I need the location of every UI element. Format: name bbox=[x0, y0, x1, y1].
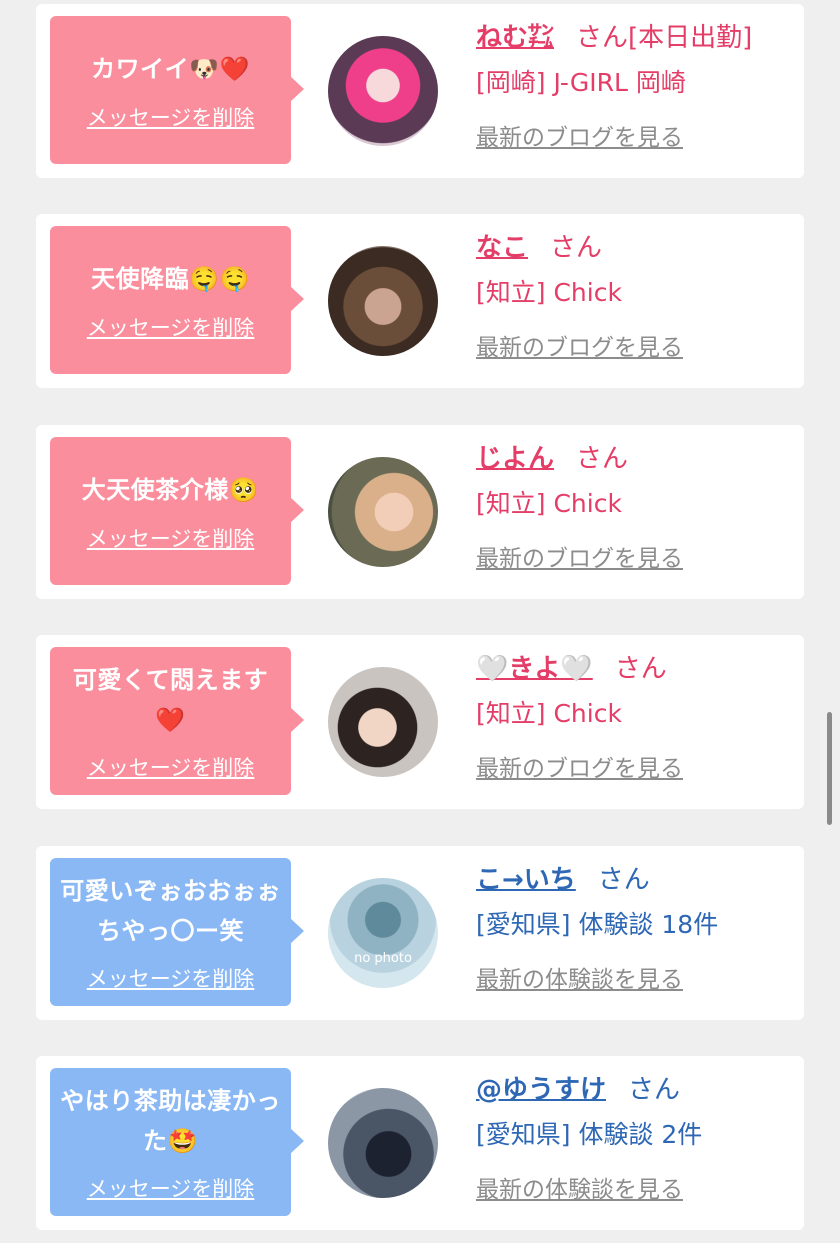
profile-name-link[interactable]: 🤍きよ🤍 bbox=[476, 654, 603, 684]
delete-message-link[interactable]: メッセージを削除 bbox=[87, 752, 255, 782]
profile-info: じよん さん [知立] Chick 最新のブログを見る bbox=[476, 437, 796, 573]
message-text: 可愛くて悶えます❤️ bbox=[72, 666, 269, 734]
avatar[interactable] bbox=[328, 1088, 438, 1198]
avatar[interactable] bbox=[328, 457, 438, 567]
profile-name-link[interactable]: ねむ㌠ bbox=[476, 23, 564, 53]
message-bubble: 可愛いぞぉおおぉぉちやっ〇ー笑 メッセージを削除 bbox=[50, 858, 304, 1006]
message-list-page: カワイイ🐶❤️ メッセージを削除 ねむ㌠ さん[本日出勤] [岡崎] J-GIRL… bbox=[0, 0, 840, 1243]
message-text: 可愛いぞぉおおぉぉちやっ〇ー笑 bbox=[60, 877, 281, 945]
latest-post-link[interactable]: 最新のブログを見る bbox=[476, 118, 796, 152]
avatar[interactable] bbox=[328, 667, 438, 777]
name-suffix: さん[本日出勤] bbox=[576, 23, 753, 53]
message-card: 大天使茶介様🥺 メッセージを削除 じよん さん [知立] Chick 最新のブログ… bbox=[36, 425, 804, 599]
avatar[interactable]: no photo bbox=[328, 878, 438, 988]
message-text: カワイイ🐶❤️ bbox=[91, 54, 250, 83]
profile-location: [知立] Chick bbox=[476, 699, 622, 728]
message-card: 可愛くて悶えます❤️ メッセージを削除 🤍きよ🤍 さん [知立] Chick 最新… bbox=[36, 635, 804, 809]
message-bubble: 天使降臨🤤🤤 メッセージを削除 bbox=[50, 226, 304, 374]
message-text: 天使降臨🤤🤤 bbox=[91, 264, 250, 293]
name-suffix: さん bbox=[576, 444, 629, 474]
message-text: 大天使茶介様🥺 bbox=[81, 475, 260, 504]
message-card: 天使降臨🤤🤤 メッセージを削除 なこ さん [知立] Chick 最新のブログを見… bbox=[36, 214, 804, 388]
no-photo-label: no photo bbox=[354, 951, 412, 966]
delete-message-link[interactable]: メッセージを削除 bbox=[87, 312, 255, 342]
message-bubble: やはり茶助は凄かった🤩 メッセージを削除 bbox=[50, 1068, 304, 1216]
message-bubble: 大天使茶介様🥺 メッセージを削除 bbox=[50, 437, 304, 585]
avatar[interactable] bbox=[328, 36, 438, 146]
latest-post-link[interactable]: 最新のブログを見る bbox=[476, 539, 796, 573]
message-bubble: 可愛くて悶えます❤️ メッセージを削除 bbox=[50, 647, 304, 795]
latest-post-link[interactable]: 最新のブログを見る bbox=[476, 328, 796, 362]
profile-location: [岡崎] J-GIRL 岡崎 bbox=[476, 68, 686, 97]
delete-message-link[interactable]: メッセージを削除 bbox=[87, 963, 255, 993]
profile-info: こ→いち さん [愛知県] 体験談 18件 最新の体験談を見る bbox=[476, 858, 796, 994]
avatar[interactable] bbox=[328, 246, 438, 356]
latest-post-link[interactable]: 最新の体験談を見る bbox=[476, 1170, 796, 1204]
message-text: やはり茶助は凄かった🤩 bbox=[60, 1087, 281, 1155]
latest-post-link[interactable]: 最新のブログを見る bbox=[476, 749, 796, 783]
name-suffix: さん bbox=[614, 654, 667, 684]
message-card: カワイイ🐶❤️ メッセージを削除 ねむ㌠ さん[本日出勤] [岡崎] J-GIRL… bbox=[36, 4, 804, 178]
message-card: やはり茶助は凄かった🤩 メッセージを削除 @ゆうすけ さん [愛知県] 体験談 2… bbox=[36, 1056, 804, 1230]
delete-message-link[interactable]: メッセージを削除 bbox=[87, 102, 255, 132]
profile-name-link[interactable]: なこ bbox=[476, 233, 538, 263]
name-suffix: さん bbox=[597, 865, 650, 895]
profile-location: [知立] Chick bbox=[476, 489, 622, 518]
latest-post-link[interactable]: 最新の体験談を見る bbox=[476, 960, 796, 994]
name-suffix: さん bbox=[550, 233, 603, 263]
message-card: 可愛いぞぉおおぉぉちやっ〇ー笑 メッセージを削除 no photo こ→いち さん… bbox=[36, 846, 804, 1020]
profile-location: [愛知県] 体験談 18件 bbox=[476, 910, 719, 939]
profile-name-link[interactable]: こ→いち bbox=[476, 865, 586, 895]
profile-name-link[interactable]: じよん bbox=[476, 444, 564, 474]
message-bubble: カワイイ🐶❤️ メッセージを削除 bbox=[50, 16, 304, 164]
delete-message-link[interactable]: メッセージを削除 bbox=[87, 523, 255, 553]
profile-info: ねむ㌠ さん[本日出勤] [岡崎] J-GIRL 岡崎 最新のブログを見る bbox=[476, 16, 796, 152]
profile-name-link[interactable]: @ゆうすけ bbox=[476, 1075, 616, 1105]
profile-location: [知立] Chick bbox=[476, 278, 622, 307]
profile-info: なこ さん [知立] Chick 最新のブログを見る bbox=[476, 226, 796, 362]
profile-location: [愛知県] 体験談 2件 bbox=[476, 1120, 703, 1149]
profile-info: @ゆうすけ さん [愛知県] 体験談 2件 最新の体験談を見る bbox=[476, 1068, 796, 1204]
scrollbar[interactable] bbox=[827, 712, 832, 825]
delete-message-link[interactable]: メッセージを削除 bbox=[87, 1173, 255, 1203]
profile-info: 🤍きよ🤍 さん [知立] Chick 最新のブログを見る bbox=[476, 647, 796, 783]
name-suffix: さん bbox=[628, 1075, 681, 1105]
